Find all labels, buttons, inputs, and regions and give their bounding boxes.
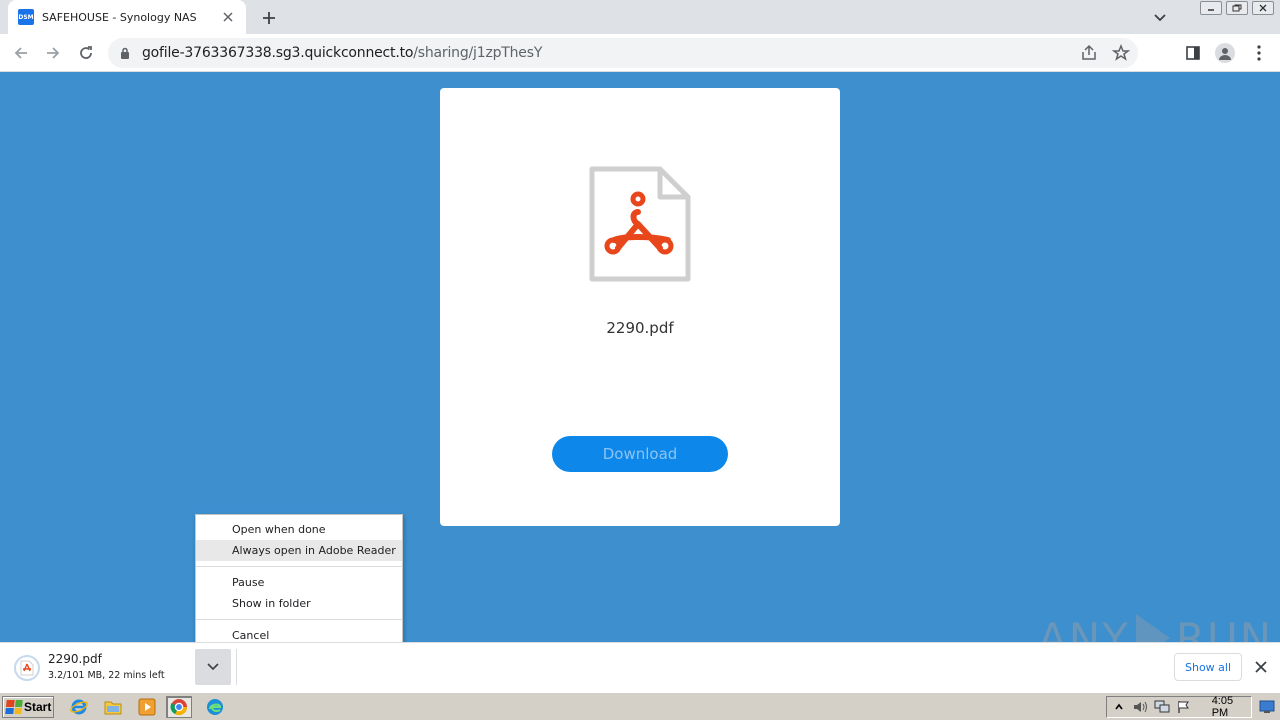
file-share-card: 2290.pdf Download — [440, 88, 840, 526]
tab-close-icon[interactable] — [220, 9, 236, 25]
menu-item-always-open[interactable]: Always open in Adobe Reader — [196, 540, 402, 561]
windows-logo-icon — [5, 700, 23, 714]
download-shelf: 2290.pdf 3.2/101 MB, 22 mins left Show a… — [0, 642, 1280, 692]
restore-icon[interactable] — [1226, 1, 1248, 15]
browser-toolbar: gofile-3763367338.sg3.quickconnect.to/sh… — [0, 34, 1280, 72]
side-panel-icon[interactable] — [1182, 42, 1204, 64]
url-path: /sharing/j1zpThesY — [413, 45, 543, 61]
minimize-icon[interactable] — [1200, 1, 1222, 15]
shelf-divider — [236, 649, 237, 685]
tray-up-arrow-icon[interactable] — [1111, 699, 1126, 715]
tab-strip: DSM SAFEHOUSE - Synology NAS — [0, 0, 1280, 34]
volume-icon[interactable] — [1132, 699, 1148, 715]
shelf-close-icon[interactable] — [1252, 658, 1270, 676]
reload-icon[interactable] — [75, 42, 97, 64]
file-name: 2290.pdf — [606, 319, 674, 337]
windows-taskbar: Start 4:05 PM — [0, 692, 1280, 720]
menu-dots-icon[interactable] — [1248, 42, 1270, 64]
menu-separator — [196, 619, 402, 620]
lock-icon[interactable] — [120, 46, 132, 60]
menu-separator — [196, 566, 402, 567]
file-explorer-icon[interactable] — [100, 696, 126, 718]
dsm-favicon-icon: DSM — [18, 9, 34, 25]
menu-item-pause[interactable]: Pause — [196, 572, 402, 593]
url-host: gofile-3763367338.sg3.quickconnect.to — [142, 45, 414, 61]
menu-item-open-when-done[interactable]: Open when done — [196, 519, 402, 540]
media-player-icon[interactable] — [134, 696, 160, 718]
taskbar-clock[interactable]: 4:05 PM — [1212, 695, 1251, 719]
back-arrow-icon[interactable] — [10, 42, 32, 64]
download-file-name: 2290.pdf — [48, 652, 102, 666]
share-icon[interactable] — [1080, 44, 1098, 67]
start-label: Start — [24, 700, 52, 714]
download-context-menu: Open when done Always open in Adobe Read… — [195, 514, 403, 648]
show-all-button[interactable]: Show all — [1174, 653, 1242, 681]
window-controls — [1200, 1, 1274, 15]
window-close-icon[interactable] — [1252, 1, 1274, 15]
download-options-chevron-icon[interactable] — [195, 649, 231, 685]
start-button[interactable]: Start — [2, 696, 54, 718]
profile-avatar[interactable] — [1214, 42, 1236, 64]
new-tab-plus-icon[interactable] — [258, 7, 280, 29]
forward-arrow-icon[interactable] — [42, 42, 64, 64]
url-text: gofile-3763367338.sg3.quickconnect.to/sh… — [142, 45, 542, 61]
download-button[interactable]: Download — [552, 436, 728, 472]
pdf-download-icon — [14, 655, 40, 681]
pdf-file-icon — [588, 166, 692, 282]
tab-search-chevron-icon[interactable] — [1150, 8, 1170, 28]
bookmark-star-icon[interactable] — [1111, 43, 1131, 67]
menu-item-show-in-folder[interactable]: Show in folder — [196, 593, 402, 614]
browser-tab[interactable]: DSM SAFEHOUSE - Synology NAS — [8, 0, 246, 34]
network-icon[interactable] — [1154, 699, 1170, 715]
omnibox-actions — [1080, 43, 1131, 67]
edge-icon[interactable] — [202, 696, 228, 718]
internet-explorer-icon[interactable] — [66, 696, 92, 718]
system-tray: 4:05 PM — [1106, 695, 1252, 719]
show-desktop-icon[interactable] — [1258, 698, 1276, 716]
action-center-flag-icon[interactable] — [1176, 699, 1191, 715]
address-bar[interactable]: gofile-3763367338.sg3.quickconnect.to/sh… — [108, 38, 1138, 68]
chrome-icon[interactable] — [166, 696, 192, 718]
profile-person-icon — [1215, 43, 1235, 63]
download-status: 3.2/101 MB, 22 mins left — [48, 670, 165, 681]
tab-title: SAFEHOUSE - Synology NAS — [42, 10, 197, 24]
